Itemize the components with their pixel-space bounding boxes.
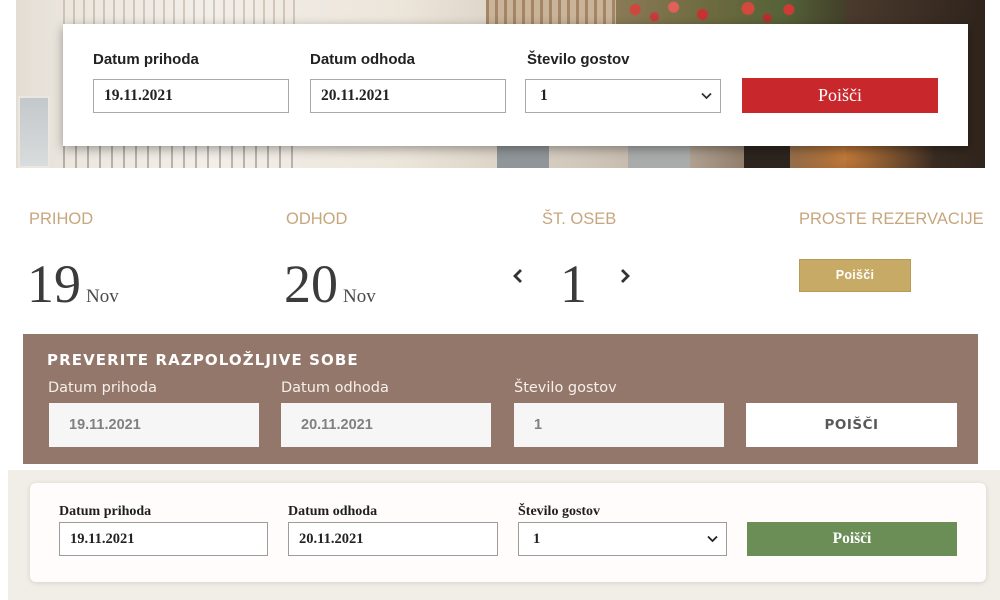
guests-count: 1 — [560, 254, 587, 314]
chevron-down-icon — [701, 92, 712, 100]
photo-window — [744, 146, 790, 168]
arrival-heading: PRIHOD — [29, 210, 94, 228]
arrival-label: Datum prihoda — [48, 380, 158, 396]
departure-date-picker[interactable]: 20 Nov — [284, 257, 376, 311]
departure-date-input[interactable]: 20.11.2021 — [281, 403, 491, 447]
arrival-label: Datum prihoda — [59, 504, 152, 519]
card-booking-section: Datum prihoda Datum odhoda Število gosto… — [8, 470, 1000, 600]
search-button[interactable]: POIŠČI — [746, 403, 957, 447]
departure-date-input[interactable]: 20.11.2021 — [310, 79, 506, 113]
guests-increment-button[interactable] — [619, 268, 631, 284]
booking-form-card: Datum prihoda Datum odhoda Število gosto… — [30, 483, 986, 582]
chevron-left-icon — [513, 269, 522, 283]
availability-panel: PREVERITE RAZPOLOŽLJIVE SOBE Datum priho… — [23, 334, 978, 464]
departure-month: Nov — [343, 286, 376, 307]
availability-search-button[interactable]: Poišči — [799, 259, 911, 292]
arrival-day: 19 — [27, 254, 81, 314]
search-button[interactable]: Poišči — [742, 78, 938, 113]
chevron-down-icon — [707, 535, 718, 543]
guests-decrement-button[interactable] — [512, 268, 524, 284]
chevron-right-icon — [621, 269, 630, 283]
guests-heading: ŠT. OSEB — [542, 210, 617, 228]
guests-label: Število gostov — [514, 380, 617, 396]
arrival-month: Nov — [86, 286, 119, 307]
arrival-label: Datum prihoda — [93, 51, 199, 68]
page: Datum prihoda 19.11.2021 Datum odhoda 20… — [0, 0, 1000, 600]
photo-window — [628, 146, 690, 168]
availability-heading: PROSTE REZERVACIJE — [799, 210, 984, 228]
departure-date-input[interactable]: 20.11.2021 — [288, 522, 498, 556]
photo-flowers — [616, 0, 856, 24]
arrival-date-input[interactable]: 19.11.2021 — [93, 79, 289, 113]
guests-label: Število gostov — [518, 504, 601, 519]
photo-balcony-railing — [63, 0, 303, 24]
photo-window — [497, 146, 549, 168]
departure-day: 20 — [284, 254, 338, 314]
departure-heading: ODHOD — [286, 210, 348, 228]
arrival-date-picker[interactable]: 19 Nov — [27, 257, 119, 311]
departure-label: Datum odhoda — [310, 51, 415, 68]
arrival-date-input[interactable]: 19.11.2021 — [49, 403, 259, 447]
arrival-date-input[interactable]: 19.11.2021 — [59, 522, 268, 556]
guests-label: Število gostov — [527, 51, 630, 68]
photo-window — [18, 96, 50, 168]
guests-select-value: 1 — [533, 531, 541, 547]
panel-title: PREVERITE RAZPOLOŽLJIVE SOBE — [47, 351, 359, 369]
search-button[interactable]: Poišči — [747, 522, 957, 556]
departure-label: Datum odhoda — [288, 504, 378, 519]
hero-booking-form: Datum prihoda 19.11.2021 Datum odhoda 20… — [63, 24, 968, 146]
guests-select[interactable]: 1 — [518, 522, 727, 556]
photo-balcony-railing — [63, 146, 293, 168]
departure-label: Datum odhoda — [281, 380, 389, 396]
guests-select[interactable]: 1 — [525, 79, 721, 113]
guests-input[interactable]: 1 — [514, 403, 724, 447]
photo-balcony-railing — [486, 0, 616, 24]
guests-select-value: 1 — [540, 87, 548, 104]
